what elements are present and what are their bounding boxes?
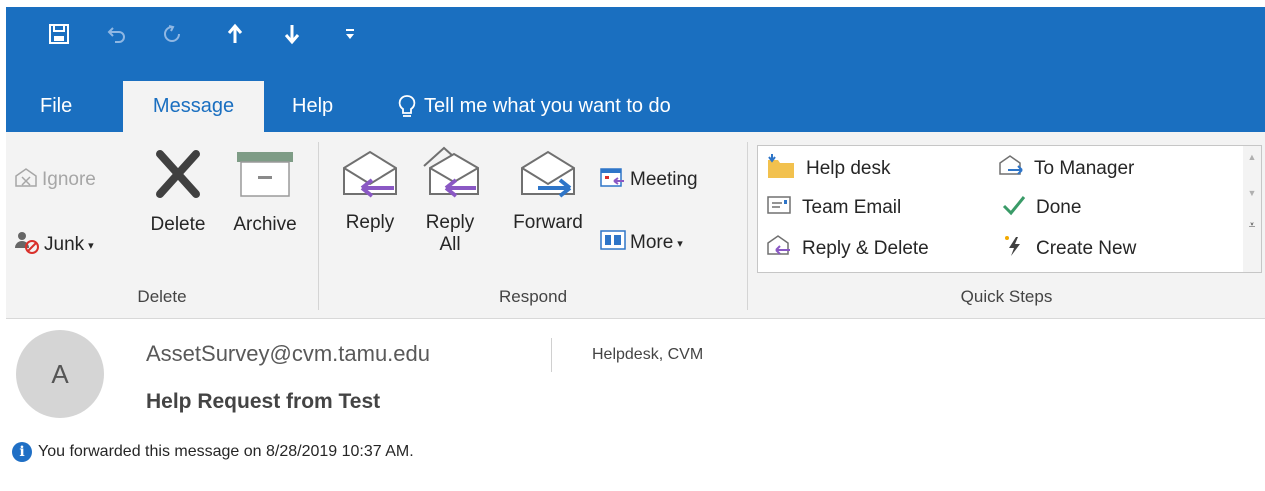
tab-help[interactable]: Help <box>292 81 333 132</box>
checkmark-icon <box>1002 194 1026 222</box>
delete-group-label: Delete <box>137 287 187 306</box>
group-divider <box>747 142 748 310</box>
sender-address[interactable]: AssetSurvey@cvm.tamu.edu <box>146 341 430 367</box>
quick-step-create-new[interactable]: Create New <box>1002 234 1136 264</box>
quick-step-team-email[interactable]: Team Email <box>766 194 901 222</box>
tell-me-label: Tell me what you want to do <box>424 95 671 117</box>
lightbulb-icon <box>398 94 416 120</box>
info-icon: i <box>12 442 32 462</box>
junk-icon <box>14 230 40 260</box>
meeting-button[interactable]: Meeting <box>600 166 698 194</box>
avatar: A <box>16 330 104 418</box>
more-button[interactable]: More ▾ <box>600 229 683 257</box>
forward-icon <box>506 146 590 206</box>
more-icon <box>600 229 626 257</box>
delete-button[interactable]: Delete <box>142 148 214 236</box>
ignore-button[interactable]: Ignore <box>14 166 96 194</box>
info-bar[interactable]: i You forwarded this message on 8/28/201… <box>12 442 414 462</box>
quick-step-help-desk[interactable]: Help desk <box>766 152 891 186</box>
scroll-down-icon[interactable]: ▼ <box>1243 188 1261 198</box>
respond-group-label: Respond <box>498 287 568 306</box>
header-divider <box>551 338 552 372</box>
previous-item-icon[interactable] <box>222 21 248 47</box>
forward-mail-icon <box>998 154 1024 184</box>
info-text: You forwarded this message on 8/28/2019 … <box>38 443 414 460</box>
tab-file[interactable]: File <box>40 81 72 132</box>
next-item-icon[interactable] <box>279 21 305 47</box>
tab-message[interactable]: Message <box>123 81 264 132</box>
ribbon: Ignore Junk ▾ Delete Archive Delete Repl… <box>6 132 1265 319</box>
lightning-icon <box>1002 234 1026 264</box>
delete-icon <box>142 148 214 206</box>
tell-me-search[interactable]: Tell me what you want to do <box>398 81 671 132</box>
quick-access-toolbar <box>6 7 1265 71</box>
reply-delete-icon <box>766 234 792 264</box>
reply-icon <box>336 146 404 206</box>
quick-steps-group-label: Quick Steps <box>960 287 1053 306</box>
redo-icon[interactable] <box>159 21 185 47</box>
quick-steps-gallery: Help desk To Manager Team Email Done Rep… <box>757 145 1245 273</box>
archive-button[interactable]: Archive <box>220 148 310 236</box>
junk-dropdown-icon: ▾ <box>88 239 94 252</box>
quick-step-reply-delete[interactable]: Reply & Delete <box>766 234 929 264</box>
undo-icon[interactable] <box>104 21 130 47</box>
archive-icon <box>220 148 310 206</box>
recipient[interactable]: Helpdesk, CVM <box>592 346 703 364</box>
more-dropdown-icon: ▾ <box>677 237 683 250</box>
group-divider <box>318 142 319 310</box>
folder-move-icon <box>766 152 796 186</box>
message-subject: Help Request from Test <box>146 390 381 413</box>
quick-step-to-manager[interactable]: To Manager <box>998 154 1134 184</box>
quick-step-done[interactable]: Done <box>1002 194 1081 222</box>
scroll-up-icon[interactable]: ▲ <box>1243 152 1261 162</box>
customize-qat-icon[interactable] <box>337 21 363 47</box>
reply-button[interactable]: Reply <box>336 146 404 234</box>
gallery-expand-icon[interactable]: ⩡ <box>1243 218 1261 233</box>
forward-button[interactable]: Forward <box>506 146 590 234</box>
save-icon[interactable] <box>46 21 72 47</box>
quick-steps-scrollbar[interactable]: ▲ ▼ ⩡ <box>1243 145 1262 273</box>
junk-button[interactable]: Junk ▾ <box>14 230 94 260</box>
reply-all-icon <box>416 146 484 206</box>
email-icon <box>766 194 792 222</box>
meeting-icon <box>600 166 626 194</box>
ribbon-tabs: File Message Help Tell me what you want … <box>6 71 1265 132</box>
reply-all-button[interactable]: Reply All <box>416 146 484 256</box>
ignore-icon <box>14 166 38 194</box>
